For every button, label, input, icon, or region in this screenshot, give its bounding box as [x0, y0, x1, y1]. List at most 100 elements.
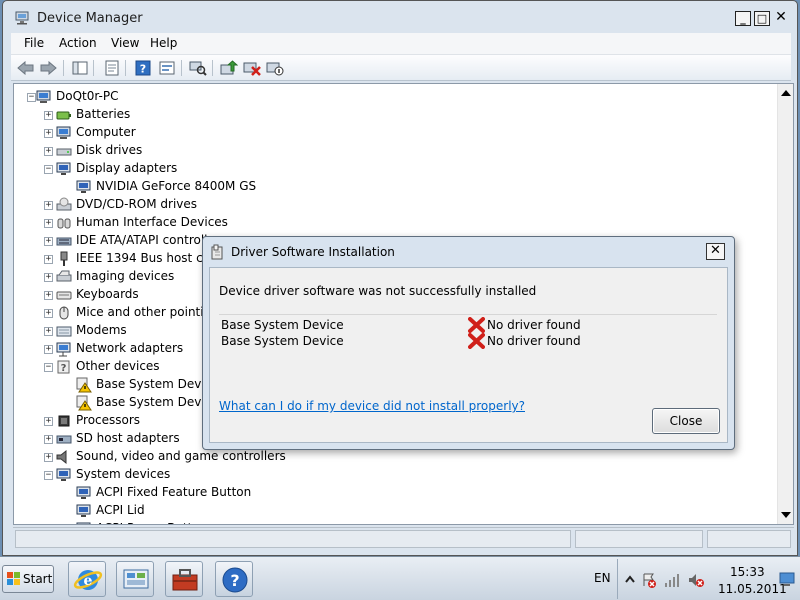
hid-icon	[57, 218, 71, 229]
tree-node-label: Keyboards	[76, 287, 139, 301]
dvd-drive-icon	[56, 197, 72, 211]
expand-icon[interactable]: +	[44, 273, 53, 282]
help-icon[interactable]: ?	[134, 59, 152, 77]
menu-help[interactable]: Help	[150, 36, 177, 50]
language-indicator[interactable]: EN	[594, 571, 611, 585]
sd-adapter-icon	[56, 435, 72, 444]
expand-icon[interactable]: +	[44, 129, 53, 138]
dialog-message: Device driver software was not successfu…	[219, 284, 537, 298]
expand-icon[interactable]: +	[44, 435, 53, 444]
battery-icon	[56, 111, 71, 120]
help-link[interactable]: What can I do if my device did not insta…	[219, 399, 525, 413]
status-cell	[707, 530, 791, 548]
update-driver-icon[interactable]	[220, 59, 238, 77]
expand-icon[interactable]: +	[44, 255, 53, 264]
toolbar-separator	[181, 60, 182, 76]
device-name: Base System Device	[221, 334, 344, 348]
expand-icon[interactable]: +	[44, 291, 53, 300]
expand-icon[interactable]: +	[44, 111, 53, 120]
disk-drive-icon	[56, 148, 72, 156]
menu-file[interactable]: File	[24, 36, 44, 50]
driver-install-dialog: Driver Software Installation ✕ Device dr…	[202, 236, 735, 450]
tree-node-label: Mice and other pointin	[76, 305, 212, 319]
expand-icon[interactable]: +	[44, 327, 53, 336]
scan-hardware-icon[interactable]	[189, 59, 207, 77]
dialog-body: Device driver software was not successfu…	[209, 267, 728, 443]
divider	[219, 314, 717, 315]
unknown-device-icon: ?	[57, 360, 70, 374]
uninstall-icon[interactable]	[243, 59, 261, 77]
console-tree-icon[interactable]	[71, 59, 89, 77]
title-bar[interactable]: Device Manager _ □ ✕	[3, 1, 797, 33]
volume-muted-icon[interactable]	[688, 572, 704, 588]
disable-device-icon[interactable]	[266, 59, 284, 77]
scroll-down-icon[interactable]	[781, 512, 791, 518]
menu-action[interactable]: Action	[59, 36, 97, 50]
start-label: Start	[23, 572, 53, 586]
toolbar-separator	[212, 60, 213, 76]
ieee1394-icon	[60, 251, 68, 266]
forward-arrow-icon[interactable]	[39, 59, 57, 77]
expand-icon[interactable]: +	[44, 201, 53, 210]
show-hidden-icons-icon[interactable]	[622, 572, 638, 588]
show-desktop-icon[interactable]	[779, 571, 795, 587]
svg-text:e: e	[84, 573, 93, 589]
internet-explorer-icon: e	[73, 570, 103, 590]
status-cell	[575, 530, 703, 548]
expand-icon[interactable]: +	[44, 345, 53, 354]
tree-node-label: SD host adapters	[76, 431, 180, 445]
taskbar-internet-explorer[interactable]: e	[68, 561, 106, 597]
dialog-title: Driver Software Installation	[231, 245, 395, 259]
expand-icon[interactable]: +	[44, 417, 53, 426]
toolbar-separator	[93, 60, 94, 76]
expand-icon[interactable]: +	[44, 147, 53, 156]
taskbar-control-panel[interactable]	[116, 561, 154, 597]
taskbar-help[interactable]: ?	[215, 561, 253, 597]
tree-node-label: Modems	[76, 323, 127, 337]
properties-sheet-icon[interactable]	[103, 59, 121, 77]
close-window-button[interactable]: ✕	[773, 10, 789, 26]
collapse-icon[interactable]: −	[44, 363, 53, 372]
computer-icon	[36, 90, 51, 103]
warning-device-icon	[76, 395, 92, 411]
show-hidden-icon[interactable]	[158, 59, 176, 77]
action-center-icon[interactable]	[641, 572, 657, 588]
tree-node-label: ACPI Fixed Feature Button	[96, 485, 252, 499]
help-and-support-icon: ?	[222, 567, 248, 593]
collapse-icon[interactable]: −	[44, 165, 53, 174]
mouse-icon	[59, 306, 69, 320]
menu-bar: File Action View Help	[11, 33, 791, 55]
clock-date[interactable]: 11.05.2011	[718, 582, 787, 596]
vertical-scrollbar[interactable]	[777, 84, 793, 524]
scanner-icon	[56, 270, 72, 282]
taskbar-device-manager[interactable]	[165, 561, 203, 597]
menu-view[interactable]: View	[111, 36, 139, 50]
back-arrow-icon[interactable]	[17, 59, 35, 77]
tree-node-label: Computer	[76, 125, 136, 139]
tree-node-label: Imaging devices	[76, 269, 175, 283]
maximize-button[interactable]: □	[754, 11, 770, 26]
error-x-icon	[468, 317, 485, 333]
processor-icon	[58, 415, 70, 427]
tree-node-label: ACPI Power Button	[96, 521, 207, 524]
modem-icon	[56, 326, 72, 337]
expand-icon[interactable]: +	[44, 219, 53, 228]
network-signal-icon[interactable]	[664, 572, 680, 588]
collapse-icon[interactable]: −	[44, 471, 53, 480]
expand-icon[interactable]: +	[44, 453, 53, 462]
tree-node-label: Disk drives	[76, 143, 143, 157]
tray-separator	[617, 559, 618, 599]
collapse-icon[interactable]: −	[27, 93, 36, 102]
windows-logo-icon	[7, 572, 20, 585]
clock-time[interactable]: 15:33	[730, 565, 765, 579]
scroll-up-icon[interactable]	[781, 90, 791, 96]
tree-node-label: IEEE 1394 Bus host cont	[76, 251, 223, 265]
dialog-close-icon[interactable]: ✕	[706, 243, 725, 260]
start-button[interactable]: Start	[2, 565, 54, 593]
tree-node-label: Network adapters	[76, 341, 184, 355]
expand-icon[interactable]: +	[44, 237, 53, 246]
status-cell	[15, 530, 571, 548]
minimize-button[interactable]: _	[735, 11, 751, 26]
expand-icon[interactable]: +	[44, 309, 53, 318]
close-button[interactable]: Close	[652, 408, 720, 434]
